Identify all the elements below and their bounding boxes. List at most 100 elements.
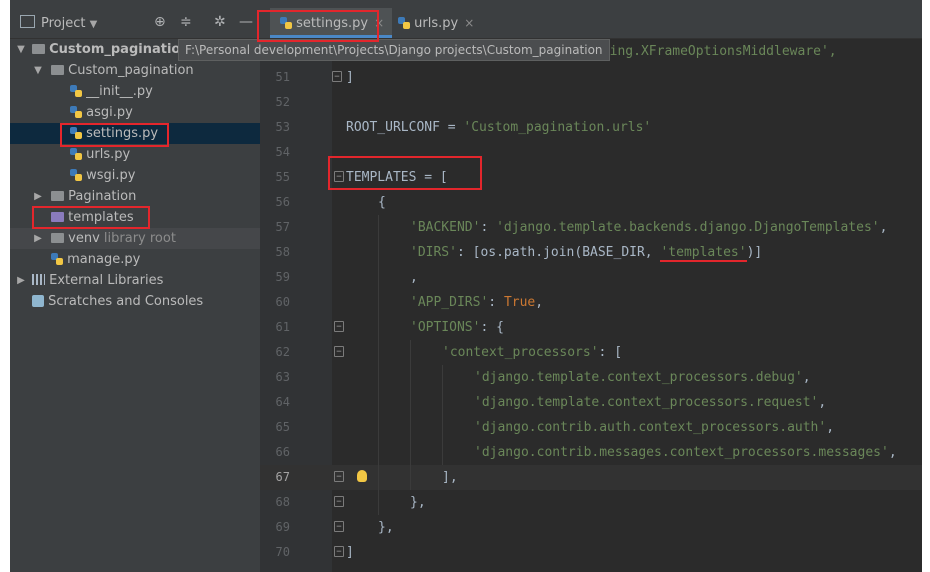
close-icon[interactable]: × [374,16,384,30]
code-text: : [ [598,345,623,360]
folder-icon [32,44,45,54]
fold-start-icon[interactable]: − [334,171,344,182]
tree-item-scratches[interactable]: Scratches and Consoles [10,291,260,312]
code-text: }, [378,520,394,535]
code-text: , [410,270,418,285]
folder-icon [51,191,64,201]
code-string: 'DIRS' [410,245,457,260]
line-number: 55 [275,170,290,184]
fold-start-icon[interactable]: − [334,346,344,357]
indent-guide [378,490,379,515]
code-string: 'django.contrib.messages.context_process… [474,445,889,460]
code-line: 57 'BACKEND': 'django.template.backends.… [260,215,922,240]
project-panel-toolbar: Project ▼ ⊕ ≑ ✲ — [10,8,260,39]
tree-item-label: Custom_pagination [68,63,194,78]
fold-end-icon[interactable]: − [334,471,344,482]
tree-item-pagination[interactable]: ▶ Pagination [10,186,260,207]
line-number: 58 [275,245,290,259]
locate-icon[interactable]: ⊕ [154,14,166,30]
tab-label: settings.py [296,16,369,31]
fold-end-icon[interactable]: − [334,546,344,557]
line-number: 60 [275,295,290,309]
line-number: 64 [275,395,290,409]
indent-guide [378,440,379,465]
project-view-selector[interactable]: Project ▼ [20,15,97,31]
code-line: 65 'django.contrib.auth.context_processo… [260,415,922,440]
fold-end-icon[interactable]: − [334,496,344,507]
code-line: 56 { [260,190,922,215]
tree-item-settings[interactable]: settings.py [10,123,260,144]
code-keyword: True [503,295,536,310]
tree-item-label: manage.py [67,252,141,267]
indent-guide [378,465,379,490]
expanded-arrow-icon[interactable]: ▼ [16,39,26,60]
indent-guide [378,315,379,340]
tree-item-label: External Libraries [49,273,164,288]
code-string: 'django.template.context_processors.requ… [474,395,819,410]
tree-item-label: templates [68,210,134,225]
code-line: 68 − }, [260,490,922,515]
fold-end-icon[interactable]: − [334,521,344,532]
tree-item-venv[interactable]: ▶ venv library root [10,228,260,249]
tree-item-external-libraries[interactable]: ▶ External Libraries [10,270,260,291]
gear-icon[interactable]: ✲ [214,14,226,30]
tree-item-init[interactable]: __init__.py [10,81,260,102]
code-line: 52 [260,90,922,115]
indent-guide [378,240,379,265]
code-line-current: 67 − ], [260,465,922,490]
fold-end-icon[interactable]: − [332,71,342,82]
tree-item-asgi[interactable]: asgi.py [10,102,260,123]
tree-item-label: wsgi.py [86,168,136,183]
line-number: 66 [275,445,290,459]
collapsed-arrow-icon[interactable]: ▶ [16,270,26,291]
code-line: 58 'DIRS': [os.path.join(BASE_DIR, 'temp… [260,240,922,265]
collapsed-arrow-icon[interactable]: ▶ [33,186,43,207]
code-text: TEMPLATES = [ [346,170,448,185]
code-line: 69 − }, [260,515,922,540]
code-text: : [480,220,497,235]
code-text: : [os.path.join(BASE_DIR, [456,245,661,260]
tab-settings[interactable]: settings.py × [270,8,393,38]
python-file-icon [70,169,82,181]
top-strip [10,0,922,8]
expanded-arrow-icon[interactable]: ▼ [33,60,43,81]
line-number: 65 [275,420,290,434]
hide-panel-icon[interactable]: — [239,14,253,30]
code-text: , [818,395,827,410]
tab-urls[interactable]: urls.py × [388,8,482,38]
close-icon[interactable]: × [464,16,474,30]
tree-item-urls[interactable]: urls.py [10,144,260,165]
code-text: , [802,370,811,385]
code-editor[interactable]: cking.XFrameOptionsMiddleware', 51 − ] 5… [260,39,922,572]
collapse-all-icon[interactable]: ≑ [180,14,192,30]
fold-start-icon[interactable]: − [334,321,344,332]
code-text: }, [410,495,426,510]
tree-item-templates[interactable]: templates [10,207,260,228]
line-number: 62 [275,345,290,359]
code-string: 'Custom_pagination.urls' [463,120,652,135]
collapsed-arrow-icon[interactable]: ▶ [33,228,43,249]
chevron-down-icon: ▼ [89,19,98,30]
tree-item-label: Pagination [68,189,137,204]
folder-icon [51,233,64,243]
tree-item-manage[interactable]: manage.py [10,249,260,270]
indent-guide [378,390,379,415]
code-line: 63 'django.template.context_processors.d… [260,365,922,390]
line-number: 52 [275,95,290,109]
tree-item-label: asgi.py [86,105,133,120]
indent-guide [410,465,411,490]
tree-item-label: Scratches and Consoles [48,294,204,309]
indent-guide [410,390,411,415]
indent-guide [442,390,443,415]
code-line: 54 [260,140,922,165]
code-string: 'django.template.context_processors.debu… [474,370,803,385]
indent-guide [410,365,411,390]
code-line: 55 − TEMPLATES = [ [260,165,922,190]
tree-item-wsgi[interactable]: wsgi.py [10,165,260,186]
tree-item-custom-pagination[interactable]: ▼ Custom_pagination [10,60,260,81]
code-text: ], [442,470,458,485]
line-number: 56 [275,195,290,209]
lightbulb-icon[interactable] [357,470,367,482]
code-text: , [826,420,835,435]
code-text: ] [346,70,354,85]
